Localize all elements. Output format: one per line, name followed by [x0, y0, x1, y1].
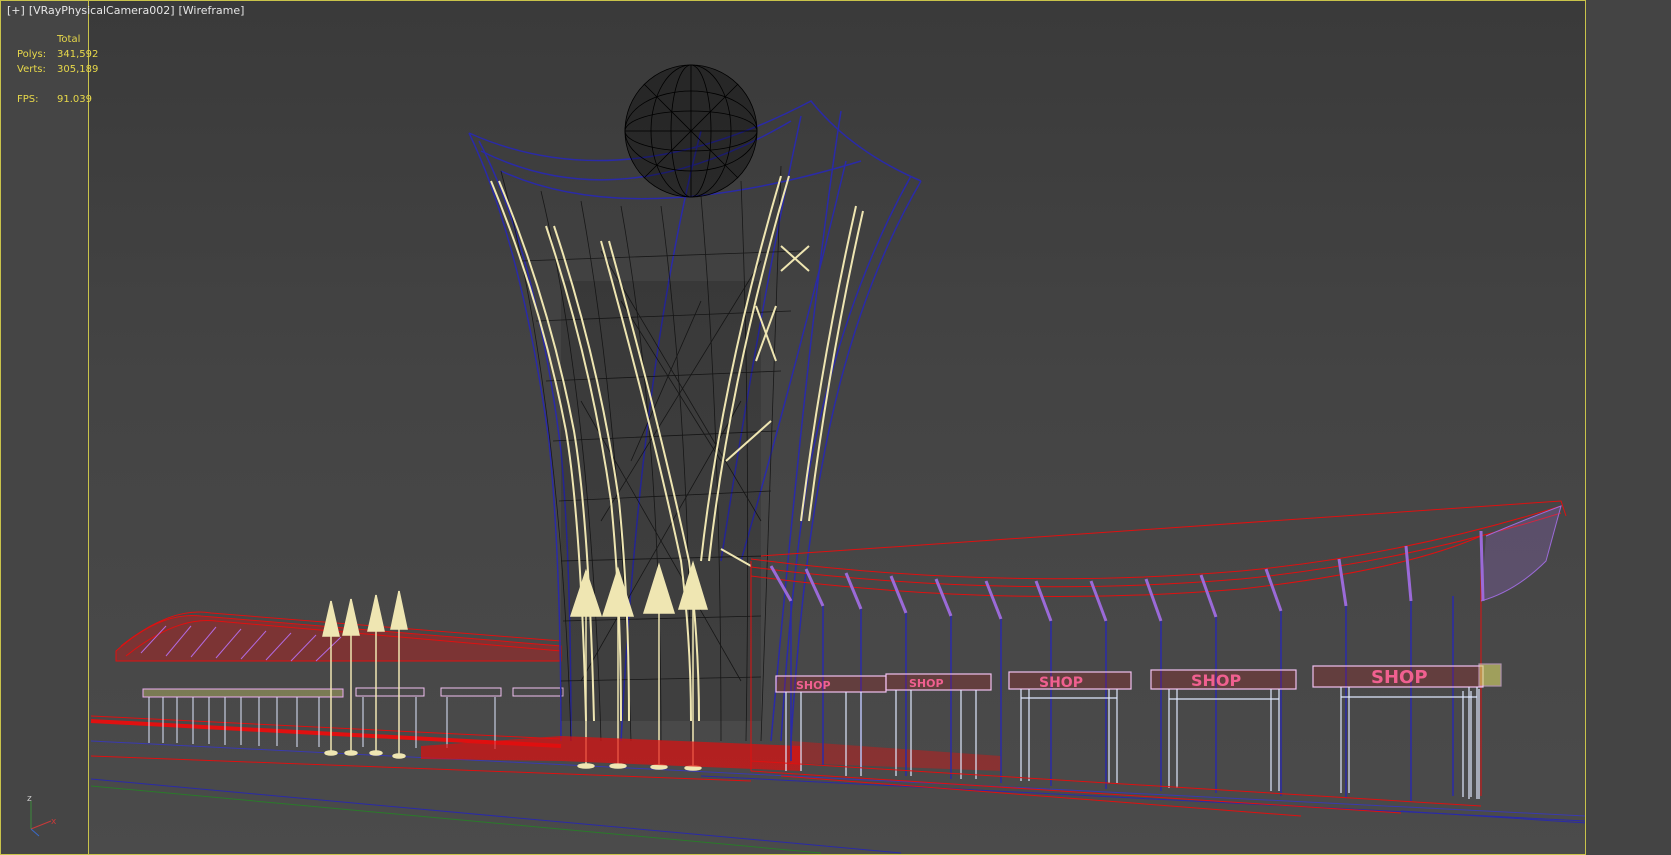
- stats-header: Total: [57, 34, 81, 45]
- fps-value: 91.039: [57, 94, 92, 105]
- viewport-shading-menu[interactable]: [Wireframe]: [178, 4, 244, 17]
- shop-sign-3: SHOP: [1039, 675, 1083, 691]
- viewport-menu-plus[interactable]: [+]: [7, 4, 25, 17]
- polys-value: 341,592: [57, 49, 99, 60]
- polys-label: Polys:: [17, 49, 47, 60]
- left-shop-fronts: [142, 687, 564, 749]
- fps-label: FPS:: [17, 94, 39, 105]
- right-canopy-ribs: [769, 530, 1485, 622]
- viewport-camera-menu[interactable]: [VRayPhysicalCamera002]: [29, 4, 175, 17]
- plaza-red: [421, 736, 1001, 771]
- axis-gizmo-icon: z x: [27, 794, 57, 837]
- command-panel-strip: [1586, 0, 1671, 855]
- sphere-mesh: [624, 64, 758, 198]
- right-shop-frames: [785, 687, 1480, 799]
- viewport-wireframe[interactable]: SHOP SHOP SHOP SHOP SHOP z x [+] [VRayPhy…: [0, 0, 1586, 855]
- verts-label: Verts:: [17, 64, 46, 75]
- shop-sign-4: SHOP: [1191, 671, 1242, 690]
- svg-text:x: x: [51, 817, 57, 827]
- viewport-label[interactable]: [+] [VRayPhysicalCamera002] [Wireframe]: [7, 4, 248, 17]
- shop-sign-5: SHOP: [1371, 667, 1428, 688]
- wireframe-scene: SHOP SHOP SHOP SHOP SHOP z x: [27, 64, 1585, 854]
- right-columns: [790, 596, 1454, 801]
- shop-sign-2: SHOP: [909, 677, 944, 690]
- svg-text:z: z: [27, 794, 32, 804]
- verts-value: 305,189: [57, 64, 99, 75]
- shop-sign-1: SHOP: [796, 679, 831, 692]
